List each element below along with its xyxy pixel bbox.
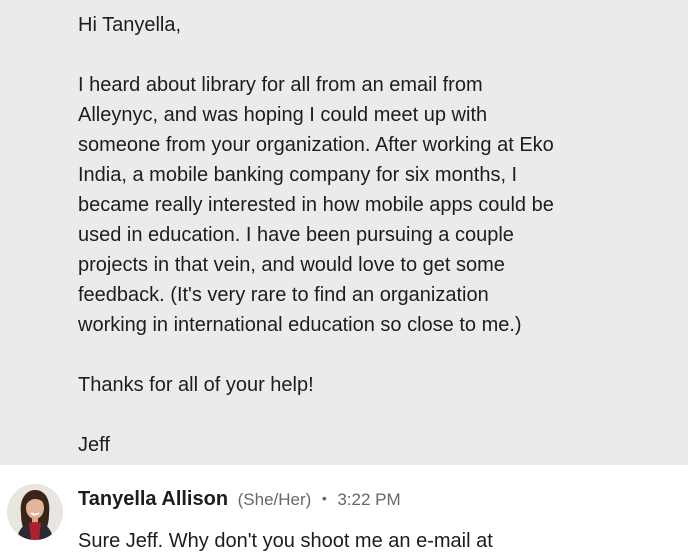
message-body-jeff: Hi Tanyella, I heard about library for a… [78, 10, 668, 460]
message-timestamp: 3:22 PM [337, 490, 401, 509]
separator-dot: • [321, 490, 327, 506]
message-line: used in education. I have been pursuing … [78, 224, 514, 246]
message-line: Jeff [78, 434, 110, 456]
message-line: projects in that vein, and would love to… [78, 254, 505, 276]
message-line: Hi Tanyella, [78, 14, 182, 36]
sender-name-link[interactable]: Tanyella Allison [78, 488, 228, 510]
message-meta: Tanyella Allison (She/Her) • 3:22 PM [78, 485, 401, 514]
message-line: Thanks for all of your help! [78, 374, 314, 396]
message-line: working in international education so cl… [78, 314, 522, 336]
sender-pronouns: (She/Her) [237, 490, 312, 509]
avatar-photo [7, 484, 63, 540]
message-line: feedback. (It's very rare to find an org… [78, 284, 489, 306]
message-line: Alleynyc, and was hoping I could meet up… [78, 104, 488, 126]
message-line: India, a mobile banking company for six … [78, 164, 518, 186]
message-thread: Hi Tanyella, I heard about library for a… [0, 0, 688, 558]
message-line: I heard about library for all from an em… [78, 74, 483, 96]
avatar[interactable] [7, 484, 63, 540]
message-body-tanyella: Sure Jeff. Why don't you shoot me an e-m… [78, 530, 493, 552]
message-line: someone from your organization. After wo… [78, 134, 554, 156]
message-item-tanyella: Tanyella Allison (She/Her) • 3:22 PM Sur… [0, 465, 688, 558]
message-line: became really interested in how mobile a… [78, 194, 554, 216]
